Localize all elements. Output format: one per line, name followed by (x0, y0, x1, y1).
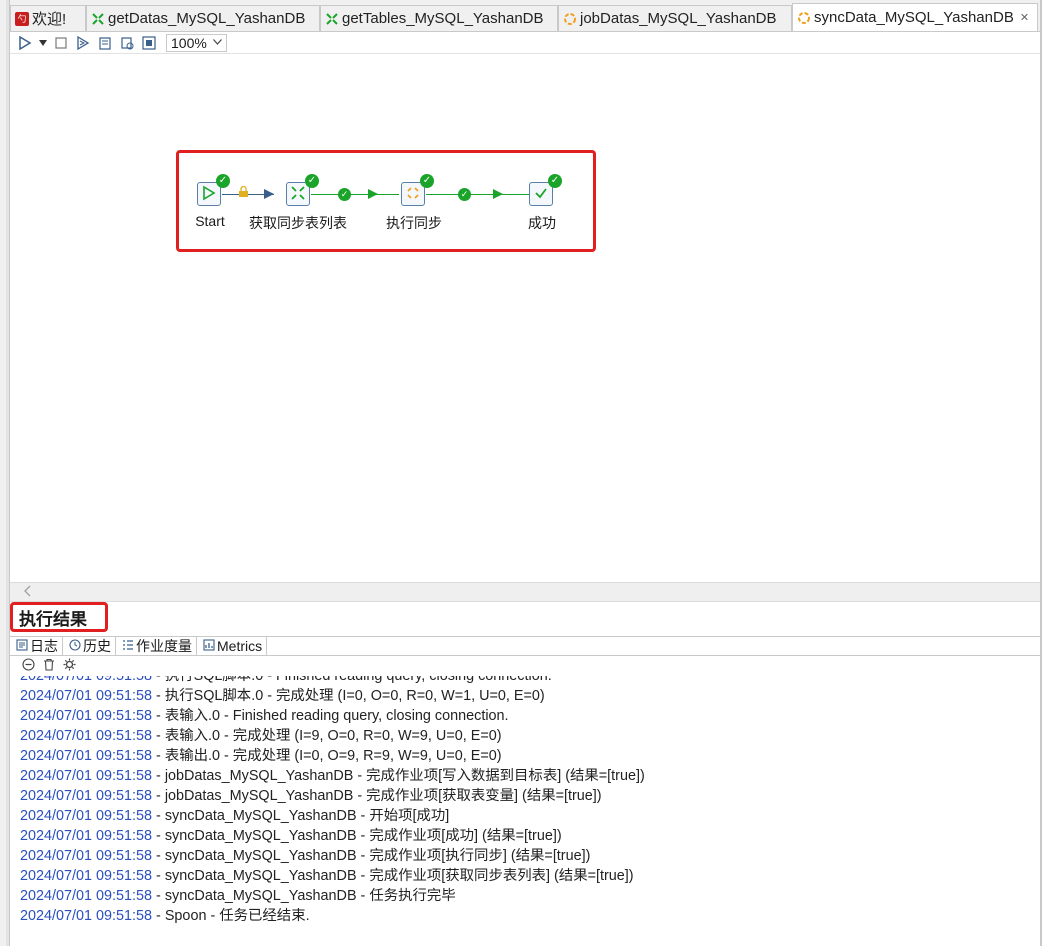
chevron-left-icon[interactable] (24, 585, 32, 600)
tab-metrics[interactable]: Metrics (197, 637, 268, 655)
gear-icon[interactable] (63, 658, 76, 674)
hop-line[interactable] (426, 194, 530, 195)
impact-analysis-icon[interactable] (118, 34, 136, 52)
node-label: 获取同步表列表 (249, 215, 347, 231)
results-tab-bar: 日志 历史 作业度量 Metrics (10, 636, 1040, 656)
hop-arrow-icon (264, 189, 274, 199)
log-line: 2024/07/01 09:51:58 - jobDatas_MySQL_Yas… (20, 788, 602, 804)
log-line: 2024/07/01 09:51:58 - 表输入.0 - Finished r… (20, 708, 509, 724)
start-icon (201, 185, 217, 204)
log-line: 2024/07/01 09:51:58 - 表输出.0 - 完成处理 (I=0,… (20, 748, 502, 764)
log-line: 2024/07/01 09:51:58 - 表输入.0 - 完成处理 (I=9,… (20, 728, 502, 744)
tab-syncdata[interactable]: syncData_MySQL_YashanDB ✕ (792, 3, 1038, 31)
node-label: 成功 (528, 215, 556, 231)
zoom-value: 100% (171, 34, 207, 51)
tab-history[interactable]: 历史 (63, 637, 116, 655)
log-line: 2024/07/01 09:51:58 - Spoon - 任务已经结束. (20, 908, 310, 924)
log-line: 2024/07/01 09:51:58 - 执行SQL脚本.0 - Finish… (20, 676, 552, 684)
tab-jobdatas[interactable]: jobDatas_MySQL_YashanDB (558, 5, 792, 31)
history-icon (69, 638, 81, 654)
check-icon[interactable] (96, 34, 114, 52)
log-output[interactable]: 2024/07/01 09:51:58 - 执行SQL脚本.0 - Finish… (10, 676, 1040, 946)
results-title: 执行结果 (10, 602, 108, 632)
hop-success-icon: ✓ (338, 188, 351, 201)
transformation-icon (91, 12, 105, 26)
tab-label: 作业度量 (136, 638, 192, 654)
metrics-list-icon (122, 639, 134, 654)
tab-welcome[interactable]: 勺 欢迎! (10, 5, 86, 31)
tab-label: jobDatas_MySQL_YashanDB (580, 10, 777, 27)
log-line: 2024/07/01 09:51:58 - syncData_MySQL_Yas… (20, 808, 450, 824)
sql-icon[interactable] (140, 34, 158, 52)
spoon-logo-icon: 勺 (15, 11, 29, 26)
run-options-dropdown-icon[interactable] (38, 34, 48, 52)
log-line: 2024/07/01 09:51:58 - syncData_MySQL_Yas… (20, 828, 562, 844)
tab-label: 历史 (83, 638, 111, 654)
job-icon (405, 185, 421, 204)
trash-icon[interactable] (43, 658, 55, 674)
log-toolbar (10, 656, 1040, 676)
hop-line[interactable] (311, 194, 399, 195)
horizontal-scrollbar[interactable] (10, 582, 1040, 602)
close-icon[interactable]: ✕ (1020, 11, 1029, 24)
node-label: Start (195, 213, 225, 229)
stop-icon[interactable] (52, 34, 70, 52)
tab-getdatas[interactable]: getDatas_MySQL_YashanDB (86, 5, 320, 31)
success-icon (533, 185, 549, 204)
tab-label: syncData_MySQL_YashanDB (814, 9, 1014, 26)
collapse-icon[interactable] (22, 658, 35, 674)
run-icon[interactable] (16, 34, 34, 52)
preview-icon[interactable] (74, 34, 92, 52)
editor-tab-bar: 勺 欢迎! getDatas_MySQL_YashanDB getTables_… (10, 0, 1040, 32)
tab-log[interactable]: 日志 (10, 637, 63, 655)
lock-icon (238, 185, 249, 201)
left-frame-border (6, 0, 9, 946)
tab-label: 日志 (30, 638, 58, 654)
job-canvas[interactable]: ✓ Start ✓ 获取同步表列表 ✓ ✓ 执行同步 ✓ ✓ 成功 (10, 54, 1040, 582)
tab-label: getDatas_MySQL_YashanDB (108, 10, 306, 27)
transformation-icon (290, 185, 306, 204)
tab-label: 欢迎! (32, 11, 67, 28)
log-line: 2024/07/01 09:51:58 - jobDatas_MySQL_Yas… (20, 768, 645, 784)
job-icon (563, 12, 577, 26)
log-line: 2024/07/01 09:51:58 - 执行SQL脚本.0 - 完成处理 (… (20, 688, 545, 704)
chevron-down-icon (212, 37, 222, 48)
hop-success-icon: ✓ (458, 188, 471, 201)
tab-label: getTables_MySQL_YashanDB (342, 10, 544, 27)
log-line: 2024/07/01 09:51:58 - syncData_MySQL_Yas… (20, 888, 456, 904)
hop-arrow-icon (493, 189, 503, 199)
success-badge-icon: ✓ (216, 174, 230, 188)
tab-job-metrics[interactable]: 作业度量 (116, 637, 197, 655)
tab-label: Metrics (217, 638, 263, 654)
success-badge-icon: ✓ (305, 174, 319, 188)
tab-gettables[interactable]: getTables_MySQL_YashanDB (320, 5, 558, 31)
zoom-select[interactable]: 100% (166, 33, 227, 52)
hop-arrow-icon (368, 189, 378, 199)
log-line: 2024/07/01 09:51:58 - syncData_MySQL_Yas… (20, 868, 634, 884)
chart-icon (203, 638, 215, 654)
log-line: 2024/07/01 09:51:58 - syncData_MySQL_Yas… (20, 848, 591, 864)
node-label: 执行同步 (386, 215, 442, 231)
log-icon (16, 638, 28, 654)
success-badge-icon: ✓ (548, 174, 562, 188)
success-badge-icon: ✓ (420, 174, 434, 188)
job-icon (797, 11, 811, 25)
left-frame-edge (0, 0, 10, 946)
results-panel-header: 执行结果 (10, 602, 1040, 636)
canvas-toolbar: 100% (10, 32, 1040, 54)
transformation-icon (325, 12, 339, 26)
